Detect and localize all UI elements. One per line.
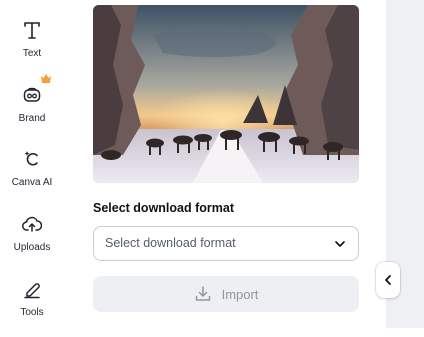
sidebar-item-label: Text <box>22 48 42 59</box>
chevron-left-icon <box>385 275 391 285</box>
section-label: Select download format <box>93 201 234 215</box>
import-button[interactable]: Import <box>93 276 359 312</box>
sidebar-item-brand[interactable]: Brand <box>0 74 64 143</box>
brand-icon <box>20 74 51 107</box>
sidebar-item-text[interactable]: Text <box>0 18 64 78</box>
import-button-label: Import <box>221 286 259 302</box>
download-icon <box>195 286 210 301</box>
sidebar-item-label: Tools <box>20 307 44 318</box>
import-panel: Select download format Select download f… <box>84 0 374 328</box>
select-value: Select download format <box>105 236 236 250</box>
sidebar-item-label: Canva AI <box>11 177 53 188</box>
collapse-panel-button[interactable] <box>376 262 400 298</box>
crown-icon <box>41 74 51 83</box>
sidebar-item-canva-ai[interactable]: Canva AI <box>0 147 64 207</box>
sidebar-item-uploads[interactable]: Uploads <box>0 212 64 272</box>
canva-ai-icon <box>20 147 44 171</box>
image-preview <box>93 5 359 183</box>
uploads-icon <box>20 212 44 236</box>
sidebar-item-label: Uploads <box>13 242 51 253</box>
sidebar: Text Brand Canva AI Uploads Tools <box>0 0 64 328</box>
sidebar-item-label: Brand <box>18 113 46 124</box>
tools-icon <box>20 277 44 301</box>
chevron-down-icon <box>335 241 345 247</box>
download-format-select[interactable]: Select download format <box>93 226 359 261</box>
text-icon <box>20 18 44 42</box>
sidebar-item-tools[interactable]: Tools <box>0 277 64 337</box>
